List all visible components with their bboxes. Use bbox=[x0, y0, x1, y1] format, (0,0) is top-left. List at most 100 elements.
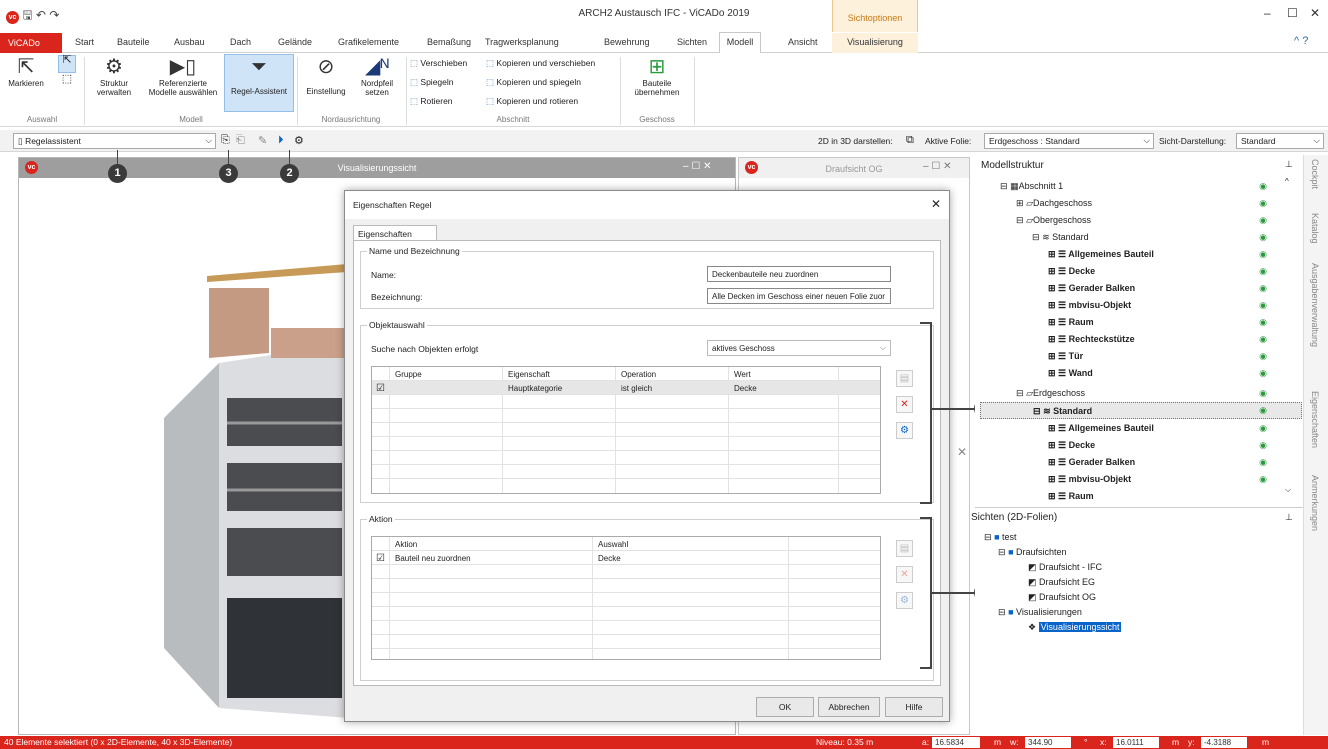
tree-item-abschnitt[interactable]: ⊟ ▦Abschnitt 1 bbox=[1000, 178, 1063, 195]
run-rule-icon[interactable]: ⏵ bbox=[278, 134, 284, 147]
tree-item-dachgeschoss[interactable]: ⊞ ▱Dachgeschoss bbox=[1016, 195, 1092, 212]
eye-icon[interactable]: ◉ bbox=[1256, 405, 1270, 416]
delete-row-icon[interactable]: ✕ bbox=[896, 396, 913, 413]
tree-item-decke[interactable]: ⊞ ☰ Decke bbox=[1048, 437, 1095, 454]
markieren-button[interactable]: ⇱ Markieren bbox=[4, 55, 48, 88]
row-operation[interactable]: ist gleich bbox=[621, 384, 652, 393]
tree-item-gerader-balken[interactable]: ⊞ ☰ Gerader Balken bbox=[1048, 280, 1135, 297]
tab-ansicht[interactable]: Ansicht bbox=[788, 37, 818, 47]
row-settings-icon[interactable]: ⚙ bbox=[896, 422, 913, 439]
tab-modell[interactable]: Modell bbox=[719, 32, 761, 53]
add-action-icon[interactable]: ▤ bbox=[896, 540, 913, 557]
objekt-table[interactable]: Gruppe Eigenschaft Operation Wert ☑ Haup… bbox=[371, 366, 881, 494]
ribbon-help-icon[interactable]: ^ ? bbox=[1294, 35, 1308, 47]
tree-item-mbvisu-objekt[interactable]: ⊞ ☰ mbvisu-Objekt bbox=[1048, 297, 1131, 314]
rotieren-button[interactable]: ⬚ Rotieren bbox=[410, 96, 453, 107]
name-input[interactable]: Deckenbauteile neu zuordnen bbox=[707, 266, 891, 282]
eye-icon[interactable]: ◉ bbox=[1256, 283, 1270, 294]
row-eigenschaft[interactable]: Hauptkategorie bbox=[508, 384, 562, 393]
settings-gears-icon[interactable]: ⚙ bbox=[294, 134, 304, 147]
minimize-button[interactable]: – bbox=[1264, 6, 1271, 20]
tree-item-rechteckstuetze[interactable]: ⊞ ☰ Rechteckstütze bbox=[1048, 331, 1135, 348]
tree-item-raum[interactable]: ⊞ ☰ Raum bbox=[1048, 314, 1094, 331]
tree-item-mbvisu-objekt[interactable]: ⊞ ☰ mbvisu-Objekt bbox=[1048, 471, 1131, 488]
eye-icon[interactable]: ◉ bbox=[1256, 423, 1270, 434]
maximize-button[interactable]: ☐ bbox=[1287, 6, 1298, 20]
kopieren-spiegeln-button[interactable]: ⬚ Kopieren und spiegeln bbox=[486, 77, 581, 88]
tab-gelaende[interactable]: Gelände bbox=[278, 37, 312, 47]
tree-item-standard[interactable]: ⊟ ≋ Standard bbox=[1032, 229, 1089, 246]
tab-dach[interactable]: Dach bbox=[230, 37, 251, 47]
side-tab-anmerkungen[interactable]: Anmerkungen bbox=[1310, 475, 1320, 531]
row-checkbox[interactable]: ☑ bbox=[376, 383, 385, 394]
kopieren-verschieben-button[interactable]: ⬚ Kopieren und verschieben bbox=[486, 58, 595, 69]
aktive-folie-combo[interactable]: Erdgeschoss : Standard ⌵ bbox=[984, 133, 1154, 149]
tree-item-decke[interactable]: ⊞ ☰ Decke bbox=[1048, 263, 1095, 280]
eye-icon[interactable]: ◉ bbox=[1256, 440, 1270, 451]
side-tab-cockpit[interactable]: Cockpit bbox=[1310, 159, 1320, 189]
scroll-up-icon[interactable]: ^ bbox=[1285, 177, 1289, 186]
x-field[interactable]: 16.0111 bbox=[1113, 737, 1159, 748]
tab-start[interactable]: Start bbox=[75, 37, 94, 47]
assistant-combo[interactable]: ▯ Regelassistent ⌵ bbox=[13, 133, 216, 149]
eye-icon[interactable]: ◉ bbox=[1256, 388, 1270, 399]
pen-icon[interactable]: ✎ bbox=[258, 134, 267, 147]
tab-ausbau[interactable]: Ausbau bbox=[174, 37, 205, 47]
eye-icon[interactable]: ◉ bbox=[1256, 249, 1270, 260]
tab-tragwerksplanung[interactable]: Tragwerksplanung bbox=[485, 37, 559, 47]
eye-icon[interactable]: ◉ bbox=[1256, 300, 1270, 311]
pin-icon[interactable]: ⊥ bbox=[1285, 512, 1293, 523]
abbrechen-button[interactable]: Abbrechen bbox=[818, 697, 880, 717]
struktur-verwalten-button[interactable]: ⚙ Struktur verwalten bbox=[88, 55, 140, 97]
tree-item-obergeschoss[interactable]: ⊟ ▱Obergeschoss bbox=[1016, 212, 1091, 229]
eye-icon[interactable]: ◉ bbox=[1256, 457, 1270, 468]
row-checkbox[interactable]: ☑ bbox=[376, 553, 385, 564]
kopieren-rotieren-button[interactable]: ⬚ Kopieren und rotieren bbox=[486, 96, 578, 107]
tab-bauteile[interactable]: Bauteile bbox=[117, 37, 150, 47]
close-icon[interactable]: ✕ bbox=[957, 445, 967, 459]
pin-icon[interactable]: ⊥ bbox=[1285, 159, 1293, 170]
select-mode-icon[interactable]: ⇱ bbox=[58, 55, 76, 73]
nordpfeil-button[interactable]: ◢ᴺ Nordpfeil setzen bbox=[354, 55, 400, 97]
tree-item-standard-selected[interactable]: ⊟ ≋ Standard bbox=[980, 402, 1302, 419]
y-field[interactable]: -4.3188 bbox=[1201, 737, 1247, 748]
tab-sichten[interactable]: Sichten bbox=[677, 37, 707, 47]
edit-rule-icon[interactable]: ⎘ bbox=[221, 134, 230, 147]
eye-icon[interactable]: ◉ bbox=[1256, 232, 1270, 243]
tree-item-wand[interactable]: ⊞ ☰ Wand bbox=[1048, 365, 1093, 382]
tab-visualisierung[interactable]: Visualisierung bbox=[832, 33, 918, 53]
bezeichnung-input[interactable]: Alle Decken im Geschoss einer neuen Foli… bbox=[707, 288, 891, 304]
tree-item-visualisierungssicht[interactable]: ❖ Visualisierungssicht bbox=[1028, 619, 1122, 636]
eye-icon[interactable]: ◉ bbox=[1256, 266, 1270, 277]
w-field[interactable]: 344.90 bbox=[1025, 737, 1071, 748]
close-button[interactable]: ✕ bbox=[1310, 6, 1320, 20]
regel-assistent-button[interactable]: ⏷ Regel-Assistent bbox=[224, 54, 294, 112]
tab-grafikelemente[interactable]: Grafikelemente bbox=[338, 37, 399, 47]
eye-icon[interactable]: ◉ bbox=[1256, 351, 1270, 362]
tab-vicado[interactable]: ViCADo bbox=[0, 33, 62, 53]
side-tab-katalog[interactable]: Katalog bbox=[1310, 213, 1320, 244]
tree-item-gerader-balken[interactable]: ⊞ ☰ Gerader Balken bbox=[1048, 454, 1135, 471]
verschieben-button[interactable]: ⬚ Verschieben bbox=[410, 58, 467, 69]
tab-bemassung[interactable]: Bemaßung bbox=[427, 37, 471, 47]
eye-icon[interactable]: ◉ bbox=[1256, 215, 1270, 226]
row-wert[interactable]: Decke bbox=[734, 384, 757, 393]
eye-icon[interactable]: ◉ bbox=[1256, 181, 1270, 192]
suche-combo[interactable]: aktives Geschoss ⌵ bbox=[707, 340, 891, 356]
eye-icon[interactable]: ◉ bbox=[1256, 474, 1270, 485]
delete-action-icon[interactable]: ✕ bbox=[896, 566, 913, 583]
eye-icon[interactable]: ◉ bbox=[1256, 198, 1270, 209]
sicht-darstellung-combo[interactable]: Standard ⌵ bbox=[1236, 133, 1324, 149]
tree-item-tuer[interactable]: ⊞ ☰ Tür bbox=[1048, 348, 1083, 365]
add-row-icon[interactable]: ▤ bbox=[896, 370, 913, 387]
tab-bewehrung[interactable]: Bewehrung bbox=[604, 37, 650, 47]
tree-item-allgemeines-bauteil[interactable]: ⊞ ☰ Allgemeines Bauteil bbox=[1048, 246, 1154, 263]
new-rule-icon[interactable]: ⎗ bbox=[236, 134, 245, 147]
tree-item-erdgeschoss[interactable]: ⊟ ▱Erdgeschoss bbox=[1016, 385, 1085, 402]
row-auswahl[interactable]: Decke bbox=[598, 554, 621, 563]
row-aktion[interactable]: Bauteil neu zuordnen bbox=[395, 554, 471, 563]
eye-icon[interactable]: ◉ bbox=[1256, 317, 1270, 328]
lasso-select-icon[interactable]: ⬚ bbox=[58, 74, 76, 93]
referenzierte-modelle-button[interactable]: ▶▯ Referenzierte Modelle auswählen bbox=[144, 55, 222, 97]
tree-item-raum[interactable]: ⊞ ☰ Raum bbox=[1048, 488, 1094, 500]
